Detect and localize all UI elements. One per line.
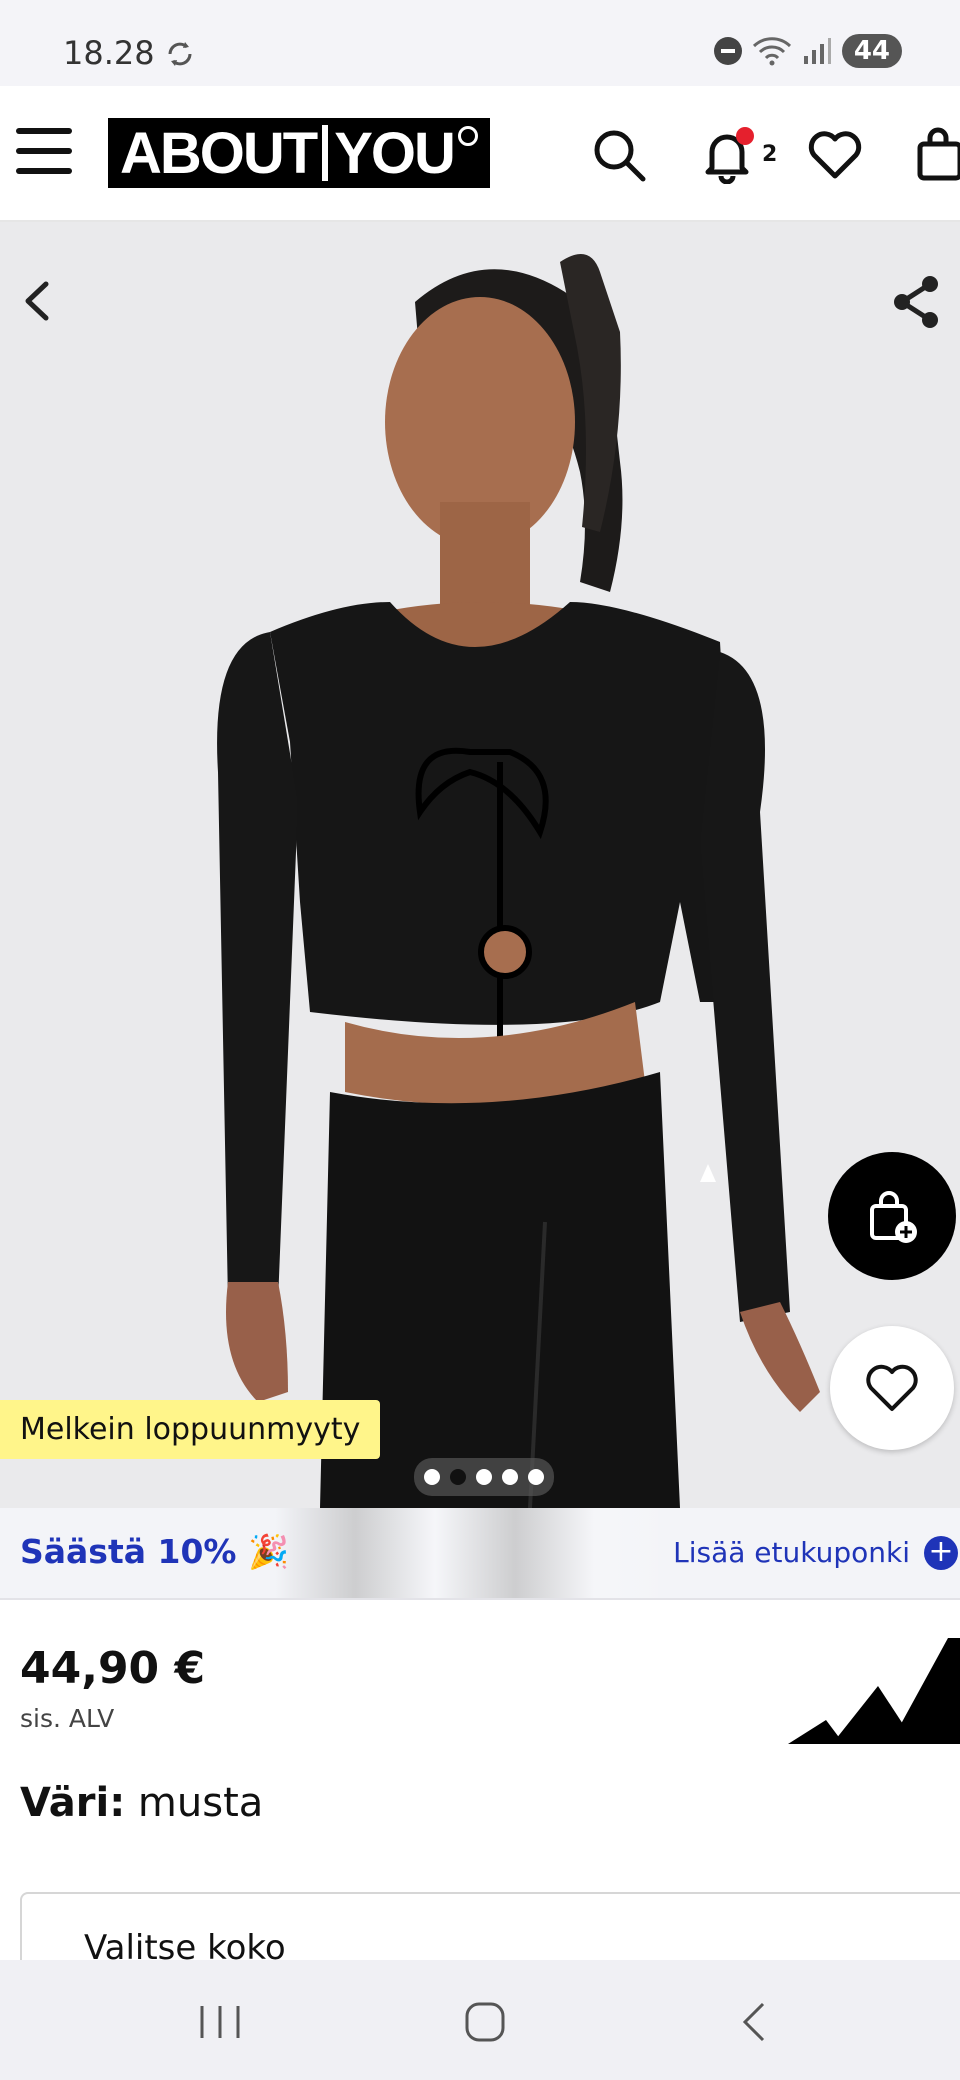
bell-icon[interactable] <box>698 126 756 184</box>
coupon-banner[interactable]: Säästä 10% 🎉 Lisää etukuponki + <box>0 1508 960 1600</box>
menu-icon[interactable] <box>16 128 72 178</box>
bag-icon[interactable] <box>916 126 960 184</box>
product-price: 44,90 € <box>20 1643 206 1694</box>
carousel-dot[interactable] <box>502 1469 518 1485</box>
back-nav-icon[interactable] <box>725 2000 785 2044</box>
battery-indicator: 44 <box>841 34 902 68</box>
carousel-dot[interactable] <box>476 1469 492 1485</box>
carousel-indicator[interactable] <box>414 1458 554 1496</box>
recent-apps-icon[interactable] <box>190 2000 250 2044</box>
bag-add-icon <box>870 1191 917 1243</box>
wifi-icon <box>752 37 791 66</box>
share-icon[interactable] <box>890 274 942 330</box>
carousel-dot[interactable] <box>424 1469 440 1485</box>
status-bar: 18.28 44 <box>0 0 960 86</box>
carousel-dot[interactable] <box>528 1469 544 1485</box>
heart-icon <box>866 1364 918 1411</box>
sync-icon <box>168 42 192 66</box>
status-time: 18.28 <box>63 34 155 72</box>
back-icon[interactable] <box>16 276 60 326</box>
logo-text-left: ABOUT <box>120 120 318 186</box>
home-icon[interactable] <box>455 2000 515 2044</box>
add-coupon-icon[interactable]: + <box>924 1536 958 1570</box>
coupon-shimmer <box>275 1508 675 1598</box>
dnd-icon <box>713 37 742 65</box>
add-to-wishlist-button[interactable] <box>830 1326 954 1450</box>
vat-note: sis. ALV <box>20 1704 115 1733</box>
color-info: Väri: musta <box>20 1780 263 1826</box>
product-image-gallery[interactable]: Melkein loppuunmyyty <box>0 222 960 1508</box>
app-header: ABOUT YOU 2 <box>0 86 960 222</box>
stock-badge: Melkein loppuunmyyty <box>0 1400 381 1459</box>
search-icon[interactable] <box>590 126 648 184</box>
status-indicators: 44 <box>713 34 902 68</box>
color-value: musta <box>137 1780 264 1826</box>
product-photo <box>217 254 820 1508</box>
adidas-logo[interactable] <box>786 1626 960 1748</box>
color-label: Väri: <box>20 1780 126 1826</box>
brand-logo[interactable]: ABOUT YOU <box>108 118 490 188</box>
add-coupon-link[interactable]: Lisää etukuponki <box>673 1536 910 1569</box>
signal-icon <box>803 38 831 64</box>
heart-icon[interactable] <box>806 126 864 184</box>
logo-text-right: YOU <box>334 120 456 186</box>
system-navigation-bar <box>0 1960 960 2080</box>
coupon-savings-text: Säästä 10% 🎉 <box>20 1532 290 1571</box>
add-to-bag-button[interactable] <box>828 1152 956 1280</box>
carousel-dot-active[interactable] <box>450 1469 466 1485</box>
notification-count: 2 <box>762 142 778 167</box>
